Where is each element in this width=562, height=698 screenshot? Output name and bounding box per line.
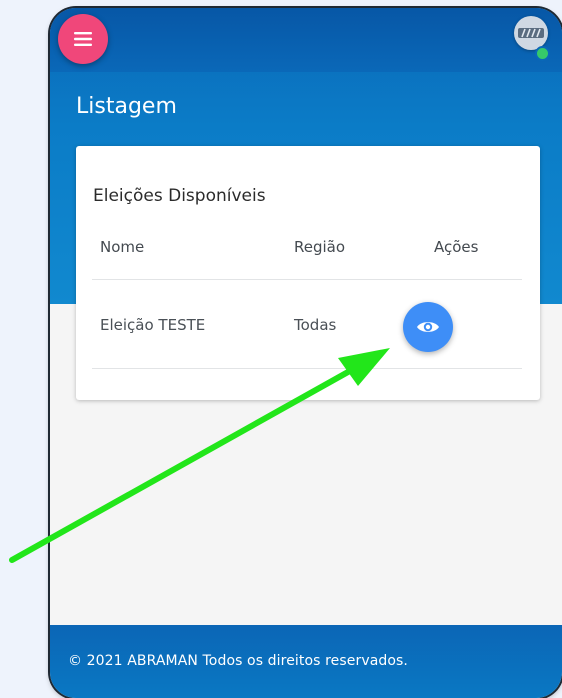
footer: © 2021 ABRAMAN Todos os direitos reserva…	[50, 625, 562, 698]
election-region-cell: Todas	[294, 316, 337, 334]
page-title: Listagem	[76, 94, 177, 119]
header-divider	[92, 279, 522, 280]
elections-card: Eleições Disponíveis Nome Região Ações E…	[76, 146, 540, 400]
eye-icon	[417, 322, 439, 332]
election-name-cell: Eleição TESTE	[100, 316, 206, 334]
app-window: Listagem Eleições Disponíveis Nome Regiã…	[50, 8, 562, 698]
online-status-dot	[535, 46, 550, 61]
column-header-name: Nome	[100, 238, 145, 256]
copyright-text: © 2021 ABRAMAN Todos os direitos reserva…	[68, 653, 408, 669]
hamburger-menu-icon	[74, 32, 92, 46]
user-avatar-icon	[518, 28, 544, 38]
user-avatar[interactable]	[514, 16, 548, 50]
column-header-region: Região	[294, 238, 346, 256]
card-title: Eleições Disponíveis	[93, 186, 266, 206]
menu-button[interactable]	[58, 14, 108, 64]
view-election-button[interactable]	[403, 302, 453, 352]
top-app-bar	[50, 8, 562, 72]
row-divider	[92, 368, 522, 369]
column-header-actions: Ações	[434, 238, 479, 256]
